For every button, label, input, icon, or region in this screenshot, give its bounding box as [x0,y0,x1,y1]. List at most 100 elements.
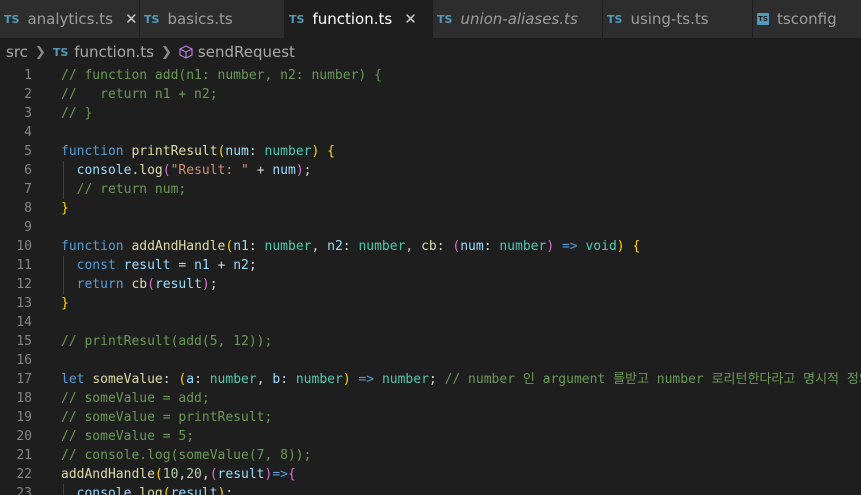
code-token: addAndHandle [131,239,226,254]
ts-icon: TS [437,12,453,26]
code-token: ) [201,277,210,292]
code-token: : [248,239,265,254]
code-text: // someValue = 5; [61,427,194,446]
code-token: console [76,163,132,178]
line-number: 14 [16,315,32,330]
code-token: number [209,372,257,387]
code-token: n2 [327,239,343,254]
code-token: ( [162,163,171,178]
code-text: } [61,199,69,218]
code-token: ; [209,277,218,292]
code-line: 20 // someValue = 5; [0,427,861,446]
method-cube-icon [179,45,193,59]
line-number: 17 [16,372,32,387]
code-token: let [61,372,93,387]
code-token: ; [225,486,234,495]
code-token: printResult [131,144,218,159]
code-line: 5 function printResult(num: number) { [0,142,861,161]
code-line: 3 // } [0,104,861,123]
code-token: function [61,239,132,254]
code-token: n1 [194,258,210,273]
ts-icon: TS [607,12,623,26]
code-token: result [170,486,218,495]
code-token: , [311,239,328,254]
code-text: let someValue: (a: number, b: number) =>… [61,370,861,389]
breadcrumb-symbol[interactable]: sendRequest [198,43,295,61]
line-number: 16 [16,353,32,368]
code-line: 16 [0,351,861,370]
code-token: // return n1 + n2; [61,87,218,102]
code-text: console.log("Result: " + num); [61,161,312,180]
tab-using-ts-ts[interactable]: TS using-ts.ts [603,0,753,38]
code-line: 1 // function add(n1: number, n2: number)… [0,66,861,85]
code-token: n1 [233,239,249,254]
code-text: // printResult(add(5, 12)); [61,332,272,351]
code-token: : [248,144,265,159]
code-line: 11 const result = n1 + n2; [0,256,861,275]
code-token: result [217,467,265,482]
ts-file-icon: TS [52,45,69,59]
code-token: // someValue = 5; [61,429,195,444]
code-line: 22 addAndHandle(10,20,(result)=>{ [0,465,861,484]
breadcrumb-folder[interactable]: src [6,43,28,61]
line-number: 22 [16,467,32,482]
close-icon[interactable]: ✕ [404,10,417,28]
breadcrumb-file[interactable]: function.ts [74,43,154,61]
code-token: , [405,239,422,254]
code-token: 20 [186,467,202,482]
code-token: = [170,258,195,273]
code-token: num [225,144,249,159]
code-token: // number 인 argument 를받고 number 로리턴한다라고 … [444,372,861,387]
line-number: 10 [16,239,32,254]
code-text: return cb(result); [61,275,218,294]
code-token: // } [61,106,93,121]
tab-tsconfig[interactable]: TS tsconfig [753,0,861,38]
code-text: // someValue = add; [61,389,210,408]
code-line: 17 let someValue: (a: number, b: number) … [0,370,861,389]
tab-label: analytics.ts [27,10,113,28]
tab-function-ts[interactable]: TS function.ts ✕ [285,0,433,38]
code-token: : [162,372,179,387]
tab-basics-ts[interactable]: TS basics.ts [140,0,285,38]
code-line: 7 // return num; [0,180,861,199]
code-token: // someValue = printResult; [61,410,273,425]
ts-icon: TS [4,12,20,26]
code-line: 21 // console.log(someValue(7, 8)); [0,446,861,465]
code-token: number [358,239,406,254]
code-token: ) [616,239,625,254]
line-number: 2 [24,87,32,102]
code-token: { [632,239,641,254]
code-token: { [327,144,335,159]
code-line: 18 // someValue = add; [0,389,861,408]
code-token: a [186,372,195,387]
code-text: const result = n1 + n2; [61,256,257,275]
code-token: ) [342,372,351,387]
line-number: 5 [24,144,32,159]
tab-union-aliases-ts[interactable]: TS union-aliases.ts [433,0,603,38]
code-token: ; [428,372,445,387]
tab-label: union-aliases.ts [460,10,578,28]
line-number: 18 [16,391,32,406]
line-number: 20 [16,429,32,444]
code-token: number [295,372,343,387]
code-editor[interactable]: 1 // function add(n1: number, n2: number)… [0,66,861,495]
code-token: "Result: " [170,163,249,178]
code-line: 12 return cb(result); [0,275,861,294]
code-text: // someValue = printResult; [61,408,272,427]
code-token: cb [421,239,437,254]
tab-analytics-ts[interactable]: TS analytics.ts ✕ [0,0,140,38]
code-token: result [154,277,202,292]
close-icon[interactable]: ✕ [125,10,138,28]
code-token: result [123,258,171,273]
line-number: 4 [24,125,32,140]
code-text: // return num; [61,180,187,199]
code-token: ) [295,163,304,178]
line-number: 3 [24,106,32,121]
code-token: => [358,372,375,387]
ts-icon: TS [289,12,305,26]
code-token: num [272,163,296,178]
code-token: // return num; [76,182,187,197]
